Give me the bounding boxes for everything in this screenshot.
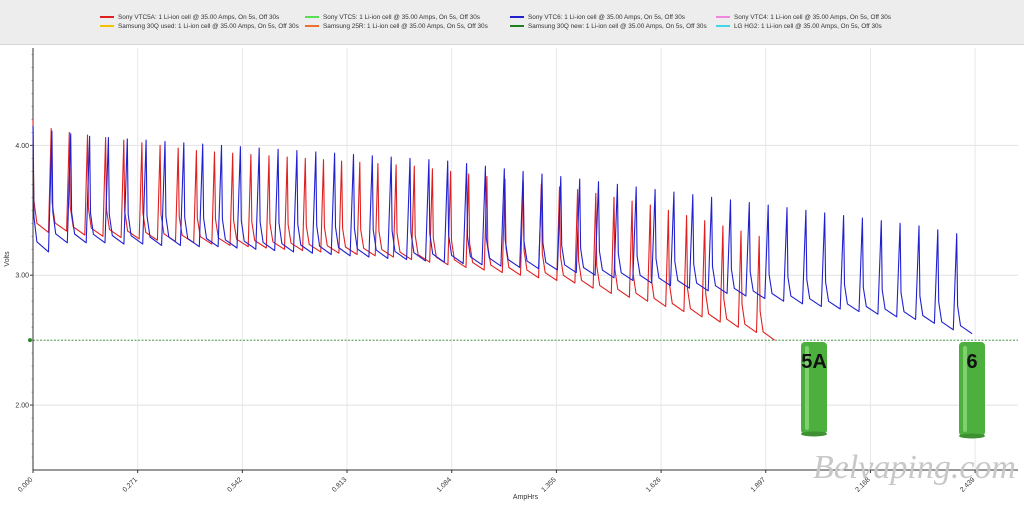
x-axis-title: AmpHrs xyxy=(513,494,539,501)
x-tick-label: 1.355 xyxy=(540,476,557,493)
y-axis-title: Volts xyxy=(4,251,11,267)
x-tick-label: 0.000 xyxy=(17,476,34,493)
x-tick-label: 0.813 xyxy=(331,476,348,493)
x-tick-label: 0.271 xyxy=(122,476,139,493)
battery-cell-base xyxy=(801,431,827,437)
x-tick-label: 1.626 xyxy=(645,476,662,493)
x-tick-label: 1.897 xyxy=(750,476,767,493)
watermark: Belvaping.com xyxy=(813,449,1016,486)
cell-6-label: 6 xyxy=(966,351,977,373)
x-tick-label: 0.542 xyxy=(226,476,243,493)
chart: 2.00 3.00 4.00 0.000 0.271 0.542 0.813 1.084 1.3… xyxy=(4,48,1018,501)
y-tick-label: 3.00 xyxy=(15,273,29,280)
y-tick-label: 4.00 xyxy=(15,143,29,150)
series-line xyxy=(32,119,775,341)
annotation-layer: 5A 6 Belvaping.com xyxy=(801,342,1016,486)
y-tick-label: 2.00 xyxy=(15,403,29,410)
x-tick-label: 1.084 xyxy=(436,476,453,493)
series-line xyxy=(32,125,973,335)
axes: 2.00 3.00 4.00 0.000 0.271 0.542 0.813 1.084 1.3… xyxy=(4,48,1018,501)
cutoff-marker xyxy=(28,338,32,343)
cell-5a-label: 5A xyxy=(801,351,827,373)
battery-cell-base xyxy=(959,433,985,439)
series-layer xyxy=(32,119,973,341)
